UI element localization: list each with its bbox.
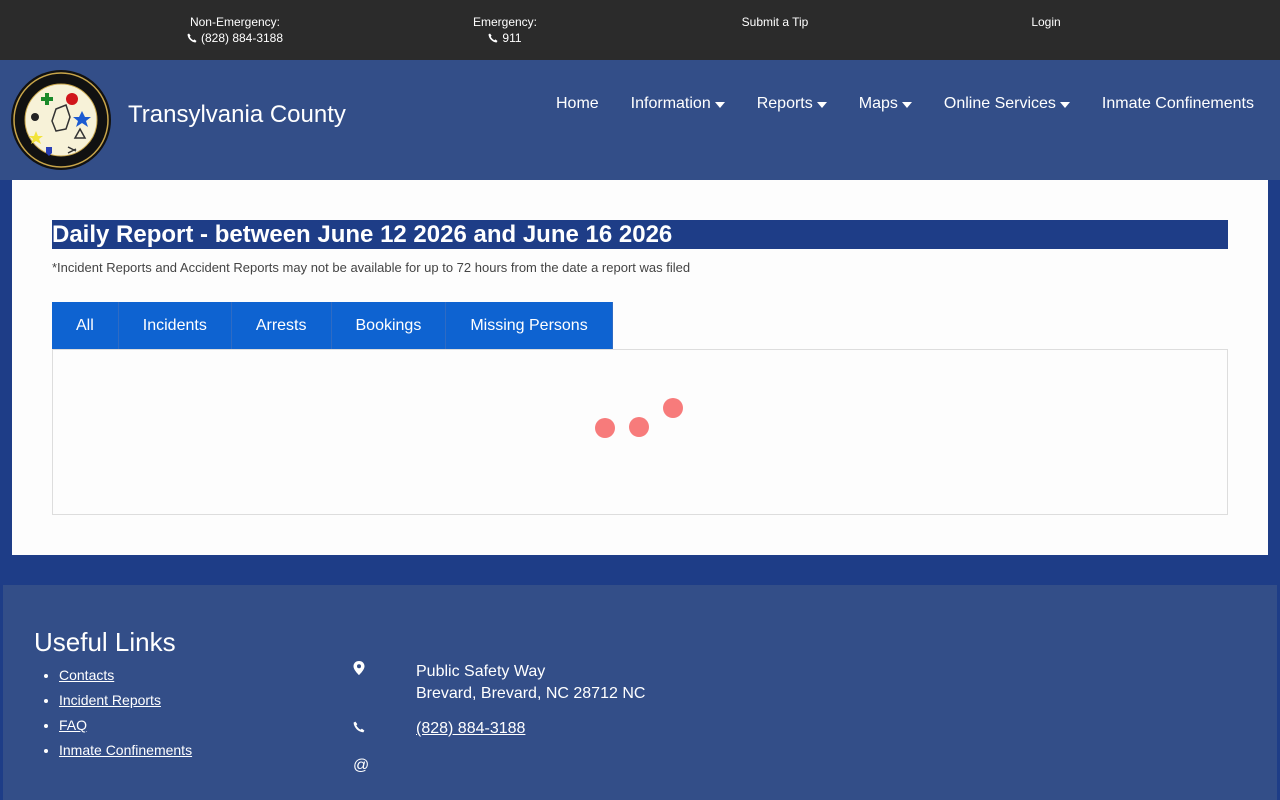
caret-down-icon bbox=[1059, 102, 1070, 108]
phone-icon bbox=[353, 721, 365, 733]
footer-email: @ bbox=[353, 757, 416, 775]
site-footer: Useful Links Contacts Incident Reports F… bbox=[3, 585, 1277, 800]
emergency-contact[interactable]: Emergency: 911 bbox=[385, 14, 625, 47]
link-inmate-confinements[interactable]: Inmate Confinements bbox=[59, 742, 192, 758]
footer-phone-link[interactable]: (828) 884-3188 bbox=[416, 720, 525, 738]
loader-dot bbox=[663, 398, 683, 418]
site-header: Transylvania County Home Information Rep… bbox=[0, 60, 1280, 180]
nav-reports[interactable]: Reports bbox=[757, 95, 827, 113]
nav-reports-label: Reports bbox=[756, 95, 813, 112]
phone-icon bbox=[187, 33, 197, 43]
login-link[interactable]: Login bbox=[926, 14, 1166, 30]
nav-online-services-label: Online Services bbox=[943, 95, 1056, 112]
nav-home[interactable]: Home bbox=[556, 95, 599, 113]
tab-bookings[interactable]: Bookings bbox=[331, 302, 447, 350]
nav-maps[interactable]: Maps bbox=[859, 95, 912, 113]
report-title: Daily Report - between June 12 2026 and … bbox=[52, 220, 1228, 249]
caret-down-icon bbox=[714, 102, 725, 108]
submit-tip-link[interactable]: Submit a Tip bbox=[655, 14, 895, 30]
tab-all[interactable]: All bbox=[52, 302, 119, 350]
address-line2: Brevard, Brevard, NC 28712 NC bbox=[416, 685, 646, 702]
link-incident-reports[interactable]: Incident Reports bbox=[59, 692, 161, 708]
email-icon: @ bbox=[353, 757, 370, 774]
nav-inmate-confinements[interactable]: Inmate Confinements bbox=[1102, 95, 1254, 113]
non-emergency-label: Non-Emergency: bbox=[189, 15, 281, 29]
main-nav: Home Information Reports Maps Online Ser… bbox=[556, 95, 1254, 113]
useful-links-title: Useful Links bbox=[34, 627, 176, 657]
footer-address: Public Safety Way Brevard, Brevard, NC 2… bbox=[353, 661, 645, 705]
nav-information[interactable]: Information bbox=[631, 95, 725, 113]
main-section: Daily Report - between June 12 2026 and … bbox=[3, 180, 1277, 585]
tab-panel bbox=[52, 349, 1228, 515]
phone-icon bbox=[488, 33, 498, 43]
county-seal-logo[interactable] bbox=[10, 69, 112, 171]
emergency-label: Emergency: bbox=[472, 15, 538, 29]
list-item: Inmate Confinements bbox=[59, 738, 192, 763]
site-title[interactable]: Transylvania County bbox=[128, 101, 346, 129]
nav-inmate-confinements-label: Inmate Confinements bbox=[1101, 95, 1254, 112]
list-item: Incident Reports bbox=[59, 688, 192, 713]
loader-dot bbox=[595, 418, 615, 438]
report-card: Daily Report - between June 12 2026 and … bbox=[12, 180, 1268, 555]
tab-arrests[interactable]: Arrests bbox=[231, 302, 332, 350]
caret-down-icon bbox=[816, 102, 827, 108]
loader-dot bbox=[629, 417, 649, 437]
caret-down-icon bbox=[901, 102, 912, 108]
non-emergency-contact[interactable]: Non-Emergency: (828) 884-3188 bbox=[115, 14, 355, 47]
link-contacts[interactable]: Contacts bbox=[59, 667, 114, 683]
address-line1: Public Safety Way bbox=[416, 663, 546, 680]
list-item: Contacts bbox=[59, 663, 192, 688]
nav-home-label: Home bbox=[555, 95, 599, 112]
non-emergency-phone: (828) 884-3188 bbox=[200, 31, 284, 45]
tab-missing-persons[interactable]: Missing Persons bbox=[446, 302, 613, 350]
useful-links-list: Contacts Incident Reports FAQ Inmate Con… bbox=[59, 663, 192, 763]
link-faq[interactable]: FAQ bbox=[59, 717, 87, 733]
nav-information-label: Information bbox=[630, 95, 711, 112]
report-tabs: All Incidents Arrests Bookings Missing P… bbox=[52, 302, 613, 350]
list-item: FAQ bbox=[59, 713, 192, 738]
nav-online-services[interactable]: Online Services bbox=[944, 95, 1070, 113]
nav-maps-label: Maps bbox=[858, 95, 898, 112]
footer-phone: (828) 884-3188 bbox=[353, 720, 525, 739]
tab-incidents[interactable]: Incidents bbox=[118, 302, 232, 350]
top-bar: Non-Emergency: (828) 884-3188 Emergency:… bbox=[0, 0, 1280, 60]
emergency-phone: 911 bbox=[502, 31, 522, 45]
map-marker-icon bbox=[353, 661, 365, 675]
report-note: *Incident Reports and Accident Reports m… bbox=[52, 260, 691, 275]
